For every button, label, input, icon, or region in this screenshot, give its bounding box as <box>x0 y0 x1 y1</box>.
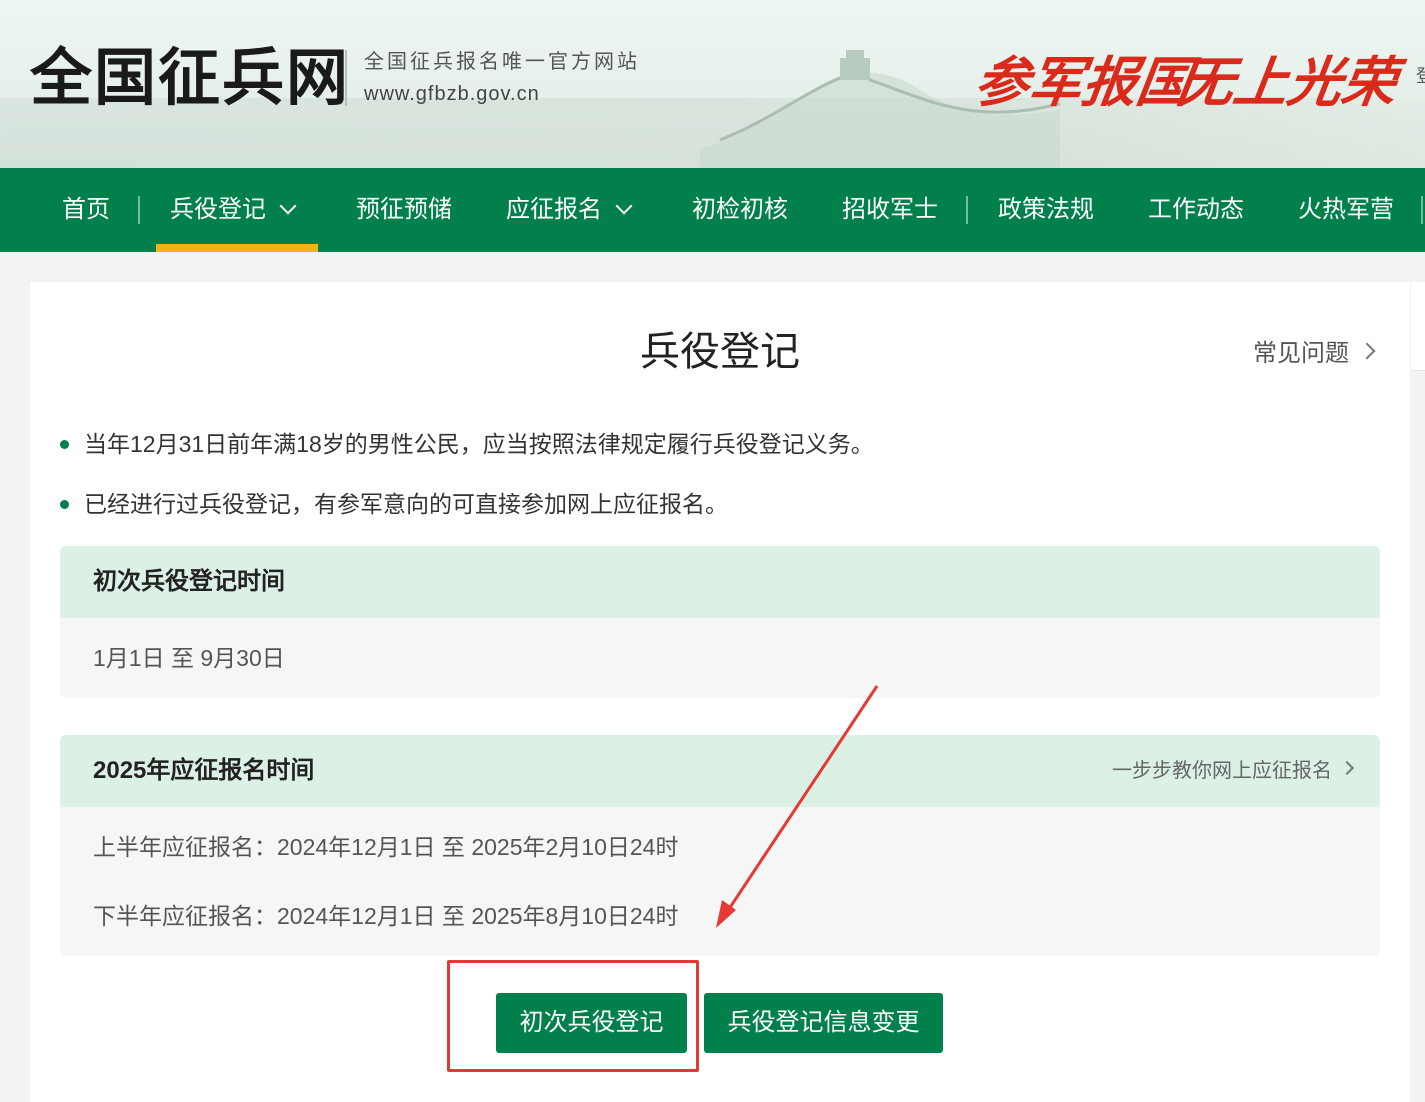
first-half-signup: 上半年应征报名：2024年12月1日 至 2025年2月10日24时 <box>93 834 679 860</box>
site-title[interactable]: 全国征兵网 <box>30 40 350 116</box>
faq-link[interactable]: 常见问题 <box>1253 336 1376 372</box>
bullet-text: 已经进行过兵役登记，有参军意向的可直接参加网上应征报名。 <box>84 491 728 517</box>
chevron-down-icon <box>279 197 297 215</box>
nav-label: 应征报名 <box>506 196 602 223</box>
annotation-highlight-box <box>447 960 699 1072</box>
registration-change-button[interactable]: 兵役登记信息变更 <box>704 993 943 1053</box>
enlistment-heading: 2025年应征报名时间 <box>93 757 315 784</box>
nav-separator <box>1421 196 1423 224</box>
bullet-dot-icon <box>60 440 69 449</box>
nav-preliminary-check[interactable]: 初检初核 <box>692 168 788 252</box>
faq-label: 常见问题 <box>1253 340 1349 367</box>
site-subtitle: 全国征兵报名唯一官方网站 <box>364 51 640 73</box>
page-title: 兵役登记 <box>640 330 800 374</box>
nav-home[interactable]: 首页 <box>62 168 110 252</box>
header-login-link[interactable]: 登 <box>1416 62 1425 88</box>
site-header: 全国征兵网 全国征兵报名唯一官方网站 www.gfbzb.gov.cn 参军报国… <box>0 0 1425 168</box>
nav-military-life[interactable]: 火热军营 <box>1298 168 1394 252</box>
bullet-dot-icon <box>60 500 69 509</box>
nav-pre-enlistment[interactable]: 预征预储 <box>356 168 452 252</box>
slogan-join-army: 参军报国 <box>970 50 1196 114</box>
chevron-right-icon <box>1358 342 1376 360</box>
chevron-right-icon <box>1339 760 1355 776</box>
first-registration-box: 初次兵役登记时间 1月1日 至 9月30日 <box>60 546 1380 698</box>
nav-active-indicator <box>156 244 318 252</box>
chevron-down-icon <box>615 197 633 215</box>
slogan-glory: 无上光荣 <box>1175 50 1401 114</box>
nav-news[interactable]: 工作动态 <box>1148 168 1244 252</box>
info-bullet: 当年12月31日前年满18岁的男性公民，应当按照法律规定履行兵役登记义务。 <box>60 426 874 462</box>
enlistment-time-box: 2025年应征报名时间 一步步教你网上应征报名 上半年应征报名：2024年12月… <box>60 735 1380 956</box>
enlistment-heading-row: 2025年应征报名时间 一步步教你网上应征报名 <box>60 735 1380 807</box>
nav-military-registration[interactable]: 兵役登记 <box>170 168 297 252</box>
nav-separator <box>966 196 968 224</box>
info-bullet: 已经进行过兵役登记，有参军意向的可直接参加网上应征报名。 <box>60 486 728 522</box>
second-half-signup: 下半年应征报名：2024年12月1日 至 2025年8月10日24时 <box>93 903 679 929</box>
nav-label: 兵役登记 <box>170 196 266 223</box>
first-registration-period: 1月1日 至 9月30日 <box>93 645 285 671</box>
first-registration-heading: 初次兵役登记时间 <box>60 546 1380 618</box>
bullet-text: 当年12月31日前年满18岁的男性公民，应当按照法律规定履行兵役登记义务。 <box>84 431 874 457</box>
title-divider <box>345 50 347 106</box>
nav-sergeant-recruitment[interactable]: 招收军士 <box>842 168 938 252</box>
site-url: www.gfbzb.gov.cn <box>364 83 540 105</box>
signup-guide-link[interactable]: 一步步教你网上应征报名 <box>1112 735 1355 807</box>
main-nav: 首页 兵役登记 预征预储 应征报名 初检初核 招收军士 政策法规 工作动态 火热… <box>0 168 1425 252</box>
nav-separator <box>138 196 140 224</box>
nav-enlistment-signup[interactable]: 应征报名 <box>506 168 633 252</box>
guide-label: 一步步教你网上应征报名 <box>1112 760 1332 782</box>
nav-policies[interactable]: 政策法规 <box>998 168 1094 252</box>
